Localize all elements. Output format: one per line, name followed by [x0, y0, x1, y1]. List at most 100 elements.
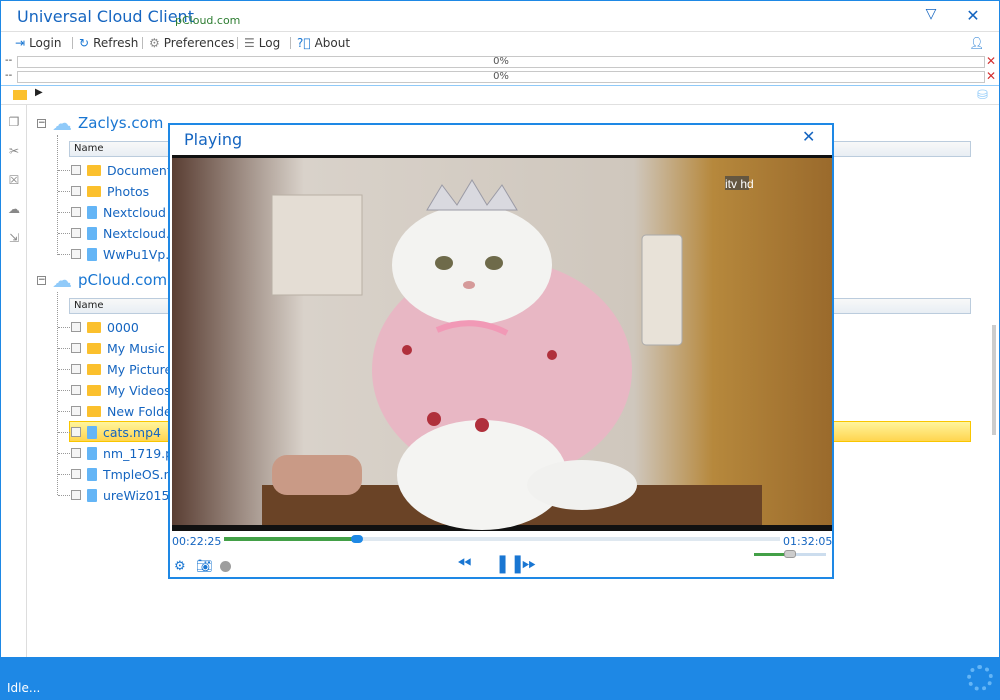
cancel-icon[interactable]: ✕	[986, 69, 996, 83]
app-window: Universal Cloud Client pCloud.com ▽ ✕ ⇥ …	[0, 0, 1000, 700]
collapse-toggle[interactable]: −	[37, 275, 46, 285]
separator	[72, 37, 73, 49]
folder-icon	[87, 164, 101, 176]
cloud-upload-icon[interactable]: ☁	[6, 202, 22, 218]
tree-line	[58, 474, 70, 475]
list-item[interactable]: Documents	[71, 160, 178, 180]
transfer-progress-row: -- 0% ✕	[1, 54, 999, 69]
transfer-label: --	[5, 55, 13, 66]
refresh-icon: ↻	[79, 36, 90, 50]
tree-line	[58, 191, 70, 192]
folder-icon	[87, 405, 101, 417]
checkbox[interactable]	[71, 469, 81, 479]
about-button[interactable]: ?⃝ About	[297, 34, 350, 52]
list-item[interactable]: WwPu1Vp.	[71, 244, 169, 264]
video-watermark: itv hd	[725, 177, 754, 191]
list-item[interactable]: My Picture	[71, 359, 172, 379]
tree-line	[58, 348, 70, 349]
list-item[interactable]: New Folde	[71, 401, 172, 421]
preferences-button[interactable]: ⚙ Preferences	[149, 34, 234, 52]
separator	[237, 37, 238, 49]
checkbox[interactable]	[71, 207, 81, 217]
list-item[interactable]: Nextcloud	[71, 202, 166, 222]
tree-root-zaclys[interactable]: − ☁ Zaclys.com	[37, 113, 163, 133]
help-icon: ?⃝	[297, 36, 311, 50]
tree-line	[58, 170, 70, 171]
rewind-icon[interactable]: ⏪︎	[457, 553, 471, 574]
collapse-icon[interactable]: ▽	[921, 6, 941, 26]
seek-handle[interactable]	[351, 535, 364, 543]
item-name: My Picture	[107, 361, 173, 377]
folder-icon[interactable]	[13, 90, 27, 100]
list-item[interactable]: My Videos	[71, 380, 171, 400]
tree-root-pcloud[interactable]: − ☁ pCloud.com	[37, 270, 167, 290]
list-item[interactable]: Nextcloud.	[71, 223, 170, 243]
camera-icon[interactable]: 📷︎	[196, 559, 213, 574]
checkbox[interactable]	[71, 228, 81, 238]
tree-line	[58, 327, 70, 328]
checkbox[interactable]	[71, 186, 81, 196]
app-subtitle: pCloud.com	[175, 14, 241, 27]
folder-icon	[87, 384, 101, 396]
checkbox[interactable]	[71, 448, 81, 458]
basket-icon[interactable]: ⛁	[977, 88, 988, 103]
checkbox[interactable]	[71, 343, 81, 353]
checkbox[interactable]	[71, 490, 81, 500]
fast-forward-icon[interactable]: ⏩︎	[522, 553, 536, 574]
video-frame[interactable]: itv hd	[172, 155, 832, 531]
progress-bar: 0%	[17, 71, 985, 83]
checkbox[interactable]	[71, 406, 81, 416]
seek-bar[interactable]	[224, 535, 780, 543]
cut-icon[interactable]: ✂	[6, 144, 22, 160]
close-icon[interactable]: ✕	[963, 6, 983, 26]
collapse-toggle[interactable]: −	[37, 118, 46, 128]
app-title: Universal Cloud Client	[17, 7, 194, 26]
checkbox[interactable]	[71, 322, 81, 332]
checkbox[interactable]	[71, 364, 81, 374]
refresh-label: Refresh	[93, 36, 139, 50]
copy-icon[interactable]: ❐	[6, 115, 22, 131]
checkbox[interactable]	[71, 165, 81, 175]
item-name: My Videos	[107, 382, 171, 398]
folder-icon	[87, 321, 101, 333]
list-item-selected[interactable]: cats.mp4	[71, 422, 161, 442]
list-item[interactable]: My Music	[71, 338, 165, 358]
tree-line	[57, 135, 58, 255]
close-icon[interactable]: ✕	[802, 127, 815, 146]
volume-handle[interactable]	[784, 550, 796, 558]
vertical-scrollbar[interactable]	[989, 105, 999, 657]
checkbox[interactable]	[71, 385, 81, 395]
record-icon[interactable]	[220, 561, 231, 572]
tree-line	[58, 411, 70, 412]
transfer-label: --	[5, 70, 13, 81]
player-title: Playing	[184, 130, 243, 149]
file-icon	[87, 425, 97, 439]
list-item[interactable]: nm_1719.p	[71, 443, 173, 463]
delete-list-icon[interactable]: ☒	[6, 173, 22, 189]
checkbox[interactable]	[71, 427, 81, 437]
list-item[interactable]: TmpleOS.n	[71, 464, 172, 484]
export-icon[interactable]: ⇲	[6, 231, 22, 247]
volume-slider[interactable]	[754, 550, 826, 558]
user-button[interactable]: 👤︎	[969, 34, 984, 52]
list-item[interactable]: Photos	[71, 181, 149, 201]
path-arrow-icon[interactable]: ▶	[35, 87, 43, 98]
list-item[interactable]: ureWiz015	[71, 485, 169, 505]
log-button[interactable]: ☰ Log	[244, 34, 280, 52]
item-name: Nextcloud	[103, 204, 166, 220]
refresh-button[interactable]: ↻ Refresh	[79, 34, 138, 52]
tree-line	[58, 453, 70, 454]
log-label: Log	[258, 36, 281, 50]
separator	[290, 37, 291, 49]
login-button[interactable]: ⇥ Login	[15, 34, 61, 52]
checkbox[interactable]	[71, 249, 81, 259]
tree-line	[58, 212, 70, 213]
pause-icon[interactable]: ❚❚	[495, 553, 525, 574]
gear-icon[interactable]: ⚙	[174, 559, 186, 574]
list-item[interactable]: 0000	[71, 317, 139, 337]
title-bar: Universal Cloud Client pCloud.com ▽ ✕	[1, 1, 999, 31]
busy-spinner-icon	[967, 665, 993, 691]
scroll-thumb[interactable]	[992, 325, 996, 435]
cancel-icon[interactable]: ✕	[986, 54, 996, 68]
file-icon	[87, 247, 97, 261]
